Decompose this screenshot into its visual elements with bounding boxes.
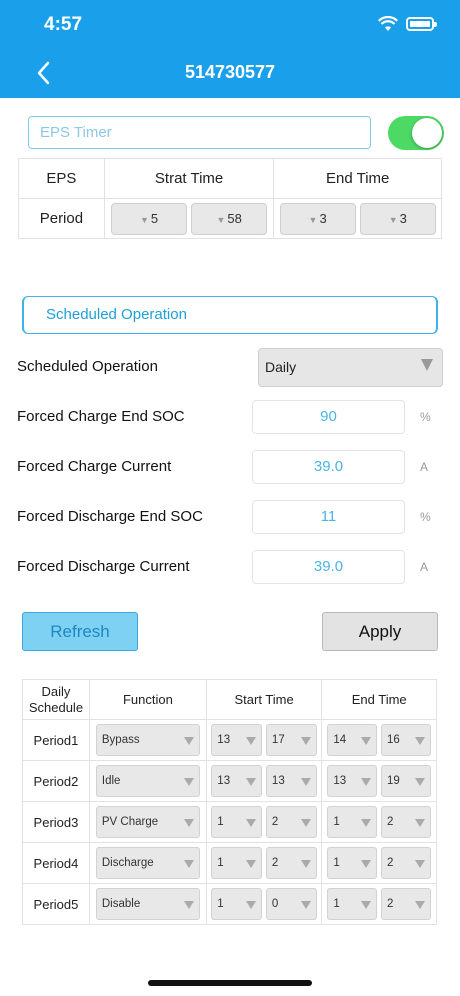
eps-timer-input[interactable]: EPS Timer (28, 116, 371, 149)
function-select[interactable]: Discharge (95, 847, 200, 879)
daily-schedule-header: Daily Schedule (22, 679, 90, 720)
daily-schedule-table: Daily Schedule Function Start Time End Ti… (22, 679, 437, 925)
scheduled-operation-banner[interactable]: Scheduled Operation (22, 296, 438, 334)
end-hour-select[interactable]: 1 (327, 847, 378, 879)
end-hour-select[interactable]: 14 (327, 724, 378, 756)
battery-icon (406, 17, 437, 31)
table-row: Period2 Idle 13 13 13 19 (22, 760, 437, 802)
start-minute-select[interactable]: 2 (265, 847, 317, 879)
period-label: Period4 (22, 842, 90, 884)
start-minute-select[interactable]: 2 (265, 806, 317, 838)
scheduled-operation-label: Scheduled Operation (17, 358, 158, 375)
eps-end-hour-select[interactable]: ▼ 3 (279, 202, 356, 235)
end-minute-select[interactable]: 19 (381, 765, 432, 797)
period-label: Period5 (22, 883, 90, 925)
start-minute-select[interactable]: 0 (265, 888, 317, 920)
start-hour-select[interactable]: 1 (211, 888, 263, 920)
refresh-button[interactable]: Refresh (22, 612, 138, 651)
eps-end-minute-select[interactable]: ▼ 3 (359, 202, 436, 235)
dropdown-arrow-icon (421, 359, 433, 371)
status-icons (378, 16, 437, 32)
function-select[interactable]: Idle (95, 765, 200, 797)
charge-current-field[interactable]: 39.0 (252, 450, 405, 484)
end-hour-select[interactable]: 1 (327, 888, 378, 920)
start-minute-select[interactable]: 13 (265, 765, 317, 797)
apply-button[interactable]: Apply (322, 612, 438, 651)
end-minute-select[interactable]: 2 (381, 888, 432, 920)
start-time-header: Strat Time (103, 158, 275, 199)
function-select[interactable]: Bypass (95, 724, 200, 756)
eps-toggle[interactable] (388, 116, 444, 150)
period-label: Period2 (22, 760, 90, 802)
period-label: Period3 (22, 801, 90, 843)
eps-start-minute-select[interactable]: ▼ 58 (191, 202, 268, 235)
dropdown-triangle-icon: ▼ (308, 214, 318, 225)
end-minute-select[interactable]: 2 (381, 847, 432, 879)
dropdown-triangle-icon: ▼ (139, 214, 149, 225)
end-time-header: End Time (321, 679, 437, 720)
end-hour-select[interactable]: 1 (327, 806, 378, 838)
start-hour-select[interactable]: 1 (211, 806, 263, 838)
home-indicator[interactable] (148, 980, 312, 986)
eps-time-table: EPS Strat Time End Time Period ▼ 5 ▼ 58 ▼ 3… (18, 158, 442, 239)
start-hour-select[interactable]: 13 (211, 765, 263, 797)
discharge-current-label: Forced Discharge Current (17, 558, 190, 575)
discharge-current-field[interactable]: 39.0 (252, 550, 405, 584)
eps-header: EPS (18, 158, 105, 199)
wifi-icon (378, 16, 398, 31)
app-header: 4:57 514730577 (0, 0, 460, 98)
dropdown-triangle-icon: ▼ (388, 214, 398, 225)
discharge-current-unit: A (420, 560, 429, 574)
function-select[interactable]: Disable (95, 888, 200, 920)
status-time: 4:57 (44, 14, 83, 35)
page-title: 514730577 (184, 62, 276, 82)
toggle-knob (412, 118, 442, 148)
table-row: Period1 Bypass 13 17 14 16 (22, 719, 437, 761)
discharge-soc-label: Forced Discharge End SOC (17, 508, 203, 525)
end-hour-select[interactable]: 13 (327, 765, 378, 797)
charge-soc-label: Forced Charge End SOC (17, 408, 185, 425)
end-minute-select[interactable]: 16 (381, 724, 432, 756)
table-row: Period4 Discharge 1 2 1 2 (22, 842, 437, 884)
start-hour-select[interactable]: 1 (211, 847, 263, 879)
start-time-header: Start Time (205, 679, 323, 720)
charge-soc-field[interactable]: 90 (252, 400, 405, 434)
end-minute-select[interactable]: 2 (381, 806, 432, 838)
end-time-header: End Time (273, 158, 442, 199)
charge-current-unit: A (420, 460, 429, 474)
scheduled-operation-select[interactable]: Daily (258, 348, 443, 387)
charge-current-label: Forced Charge Current (17, 458, 172, 475)
period-label: Period (18, 198, 105, 239)
table-row: Period5 Disable 1 0 1 2 (22, 883, 437, 925)
start-minute-select[interactable]: 17 (265, 724, 317, 756)
table-row: Period3 PV Charge 1 2 1 2 (22, 801, 437, 843)
function-header: Function (88, 679, 207, 720)
discharge-soc-field[interactable]: 11 (252, 500, 405, 534)
function-select[interactable]: PV Charge (95, 806, 200, 838)
charge-soc-unit: % (420, 410, 431, 424)
dropdown-triangle-icon: ▼ (216, 214, 226, 225)
start-hour-select[interactable]: 13 (211, 724, 263, 756)
eps-start-hour-select[interactable]: ▼ 5 (111, 202, 188, 235)
period-label: Period1 (22, 719, 90, 761)
discharge-soc-unit: % (420, 510, 431, 524)
